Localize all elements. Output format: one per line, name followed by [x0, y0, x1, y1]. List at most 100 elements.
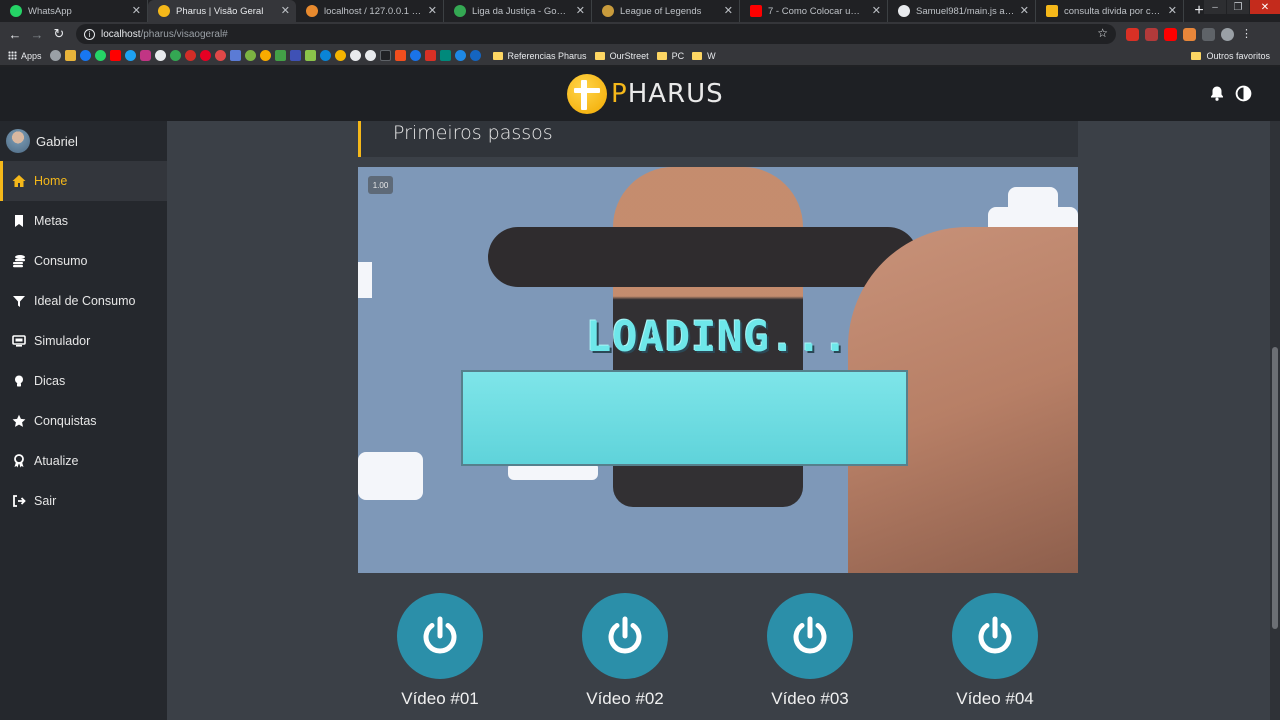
video-button-01[interactable]: Vídeo #01: [360, 593, 520, 709]
bookmark-folder-referencias[interactable]: Referencias Pharus: [492, 51, 587, 61]
bookmark-folder-ourstreet[interactable]: OurStreet: [594, 50, 649, 61]
tab-google-drive[interactable]: Liga da Justiça - Google Driv ✕: [444, 0, 592, 22]
sidebar-item-consumo[interactable]: Consumo: [0, 241, 167, 281]
power-icon: [608, 616, 642, 654]
minimize-button[interactable]: –: [1204, 0, 1226, 14]
page-scrollbar[interactable]: [1270, 121, 1280, 720]
pdf-icon[interactable]: [1145, 27, 1158, 41]
url-host: localhost: [101, 28, 141, 40]
address-bar[interactable]: i localhost/pharus/visaogeral# ☆: [76, 24, 1116, 44]
sidebar-item-metas[interactable]: Metas: [0, 201, 167, 241]
youtube-icon[interactable]: [109, 50, 121, 61]
sidebar-item-conquistas[interactable]: Conquistas: [0, 401, 167, 441]
sphere-icon[interactable]: [334, 50, 346, 61]
sidebar-item-ideal-de-consumo[interactable]: Ideal de Consumo: [0, 281, 167, 321]
drive-icon[interactable]: [169, 50, 181, 61]
close-icon[interactable]: ✕: [428, 4, 437, 17]
bookmark-apps[interactable]: Apps: [8, 51, 42, 61]
oo-icon[interactable]: [304, 50, 316, 61]
pi-icon[interactable]: [289, 50, 301, 61]
bookmark-star-icon[interactable]: ☆: [1097, 26, 1108, 40]
tab-pharus[interactable]: Pharus | Visão Geral ✕: [148, 0, 296, 22]
power-button[interactable]: [582, 593, 668, 679]
sidebar-item-home[interactable]: Home: [0, 161, 167, 201]
photos-icon[interactable]: [64, 50, 76, 61]
figma-icon[interactable]: [394, 50, 406, 61]
info-icon[interactable]: i: [84, 28, 95, 40]
contrast-toggle-icon[interactable]: [1235, 85, 1252, 102]
bookmark-icon[interactable]: [49, 50, 61, 61]
user-name: Gabriel: [36, 133, 78, 149]
figure-silhouette: [488, 227, 918, 287]
youtube-ext-icon[interactable]: [1164, 27, 1177, 41]
twitter-icon[interactable]: [124, 50, 136, 61]
maximize-button[interactable]: ❐: [1227, 0, 1249, 14]
window-close-button[interactable]: ✕: [1250, 0, 1280, 14]
power-button[interactable]: [952, 593, 1038, 679]
close-icon[interactable]: ✕: [576, 4, 585, 17]
video-button-03[interactable]: Vídeo #03: [730, 593, 890, 709]
sidebar-item-simulador[interactable]: Simulador: [0, 321, 167, 361]
folder-label: OurStreet: [609, 50, 649, 61]
blue-icon[interactable]: [469, 50, 481, 61]
tab-github[interactable]: Samuel981/main.js at maste ✕: [888, 0, 1036, 22]
google-icon[interactable]: [154, 50, 166, 61]
tab-youtube[interactable]: 7 - Como Colocar um Vídeo ✕: [740, 0, 888, 22]
forward-button[interactable]: →: [26, 23, 48, 45]
pharus-logo[interactable]: PHARUS: [567, 74, 724, 114]
close-icon[interactable]: ✕: [724, 4, 733, 17]
sidebar-item-dicas[interactable]: Dicas: [0, 361, 167, 401]
a-icon[interactable]: [424, 50, 436, 61]
music-icon[interactable]: [214, 50, 226, 61]
power-button[interactable]: [397, 593, 483, 679]
reload-button[interactable]: ↻: [48, 23, 70, 45]
profile-avatar-icon[interactable]: [1221, 27, 1234, 41]
scrollbar-thumb[interactable]: [1272, 347, 1278, 629]
close-icon[interactable]: ✕: [872, 4, 881, 17]
extension-icon[interactable]: [1183, 27, 1196, 41]
close-icon[interactable]: ✕: [1020, 4, 1029, 17]
tab-league-of-legends[interactable]: League of Legends ✕: [592, 0, 740, 22]
video-button-04[interactable]: Vídeo #04: [915, 593, 1075, 709]
edge-icon[interactable]: [319, 50, 331, 61]
lastpass-icon[interactable]: [184, 50, 196, 61]
user-profile[interactable]: Gabriel: [0, 121, 167, 161]
r-icon[interactable]: [229, 50, 241, 61]
green-icon[interactable]: [244, 50, 256, 61]
bookmark-other-favorites[interactable]: Outros favoritos: [1191, 51, 1270, 61]
close-icon[interactable]: ✕: [281, 4, 290, 17]
bf-icon[interactable]: [379, 50, 391, 61]
media-icon[interactable]: [1202, 27, 1215, 41]
tab-whatsapp[interactable]: WhatsApp ✕: [0, 0, 148, 22]
sidebar-item-sair[interactable]: Sair: [0, 481, 167, 521]
video-button-02[interactable]: Vídeo #02: [545, 593, 705, 709]
play-icon[interactable]: [364, 50, 376, 61]
c-icon[interactable]: [409, 50, 421, 61]
power-button[interactable]: [767, 593, 853, 679]
bell-icon[interactable]: [1209, 85, 1225, 101]
tab-phpmyadmin[interactable]: localhost / 127.0.0.1 / pharu ✕: [296, 0, 444, 22]
adblock-icon[interactable]: [1126, 27, 1139, 41]
bookmark-icon: [15, 215, 23, 227]
q-icon[interactable]: [439, 50, 451, 61]
github-icon[interactable]: [349, 50, 361, 61]
whatsapp-icon[interactable]: [94, 50, 106, 61]
power-icon: [423, 616, 457, 654]
bookmark-folder-pc[interactable]: PC: [656, 51, 684, 61]
sidebar-item-atualize[interactable]: Atualize: [0, 441, 167, 481]
playback-speed-badge[interactable]: 1.00: [368, 176, 393, 194]
menu-icon[interactable]: ⋮: [1240, 28, 1253, 41]
m-icon[interactable]: [454, 50, 466, 61]
tab-consulta[interactable]: consulta divida por contrato ✕: [1036, 0, 1184, 22]
back-button[interactable]: ←: [4, 23, 26, 45]
close-icon[interactable]: ✕: [1168, 4, 1177, 17]
sidebar-item-label: Simulador: [34, 334, 91, 348]
instagram-icon[interactable]: [139, 50, 151, 61]
pinterest-icon[interactable]: [199, 50, 211, 61]
close-icon[interactable]: ✕: [132, 4, 141, 17]
facebook-icon[interactable]: [79, 50, 91, 61]
game-icon[interactable]: [274, 50, 286, 61]
bookmark-folder-w[interactable]: W: [692, 51, 716, 61]
video-player[interactable]: LOADING... 1.00: [358, 167, 1078, 573]
ring-icon[interactable]: [259, 50, 271, 61]
